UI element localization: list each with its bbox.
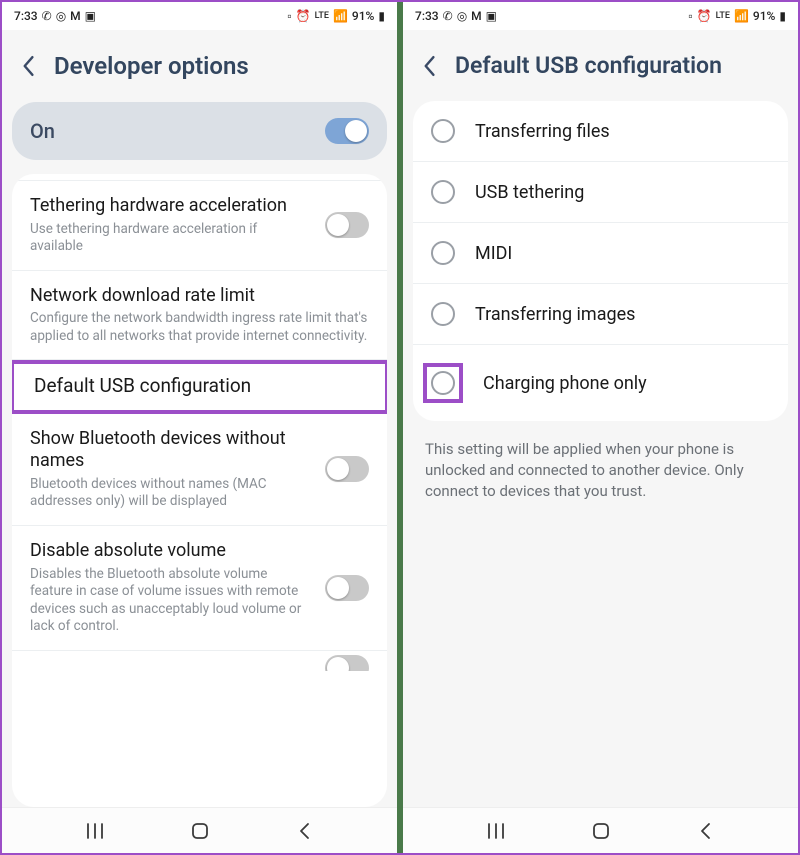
row-title: Tethering hardware acceleration (30, 195, 311, 218)
radio-icon (431, 241, 455, 265)
battery-icon: ▮ (779, 10, 786, 22)
instagram-icon: ◎ (56, 10, 66, 22)
image-icon: ▣ (85, 10, 96, 22)
whatsapp-icon: ✆ (443, 10, 453, 22)
toggle-tethering-hw[interactable] (325, 212, 369, 238)
nfc-icon: ▫ (688, 10, 692, 22)
row-title: Default USB configuration (34, 374, 365, 398)
status-time: 7:33 (415, 9, 439, 23)
row-default-usb-config[interactable]: Default USB configuration (12, 360, 387, 414)
nav-bar (2, 807, 397, 853)
row-desc: Configure the network bandwidth ingress … (30, 310, 369, 345)
radio-icon (431, 371, 455, 395)
header: Default USB configuration (403, 30, 798, 101)
nav-bar (403, 807, 798, 853)
radio-icon (431, 302, 455, 326)
master-toggle-switch[interactable] (325, 118, 369, 144)
nav-recents[interactable] (484, 819, 508, 843)
option-label: Charging phone only (483, 373, 647, 394)
battery-percent: 91% (753, 9, 775, 23)
row-network-rate-limit[interactable]: Network download rate limit Configure th… (12, 271, 387, 361)
toggle-abs-volume[interactable] (325, 575, 369, 601)
alarm-icon: ⏰ (296, 10, 311, 22)
nfc-icon: ▫ (287, 10, 291, 22)
option-label: Transferring files (475, 121, 610, 142)
row-tethering-hw-accel[interactable]: Tethering hardware acceleration Use teth… (12, 181, 387, 271)
phone-left: 7:33 ✆ ◎ M ▣ ▫ ⏰ LTE 📶 91% ▮ Developer o… (2, 2, 397, 853)
volte-icon: LTE (716, 12, 730, 21)
whatsapp-icon: ✆ (42, 10, 52, 22)
settings-list: Tethering hardware acceleration Use teth… (12, 174, 387, 807)
usb-options-list: Transferring files USB tethering MIDI Tr… (413, 101, 788, 421)
master-toggle-label: On (30, 119, 55, 143)
row-disable-abs-volume[interactable]: Disable absolute volume Disables the Blu… (12, 526, 387, 651)
nav-home[interactable] (188, 819, 212, 843)
option-label: MIDI (475, 243, 512, 264)
gmail-icon: M (471, 10, 482, 22)
row-desc: Use tethering hardware acceleration if a… (30, 221, 311, 256)
radio-icon (431, 180, 455, 204)
battery-percent: 91% (352, 9, 374, 23)
nav-recents[interactable] (83, 819, 107, 843)
back-button[interactable] (417, 54, 441, 78)
row-title (30, 656, 311, 670)
gmail-icon: M (70, 10, 81, 22)
option-charging-only[interactable]: Charging phone only (413, 345, 788, 421)
option-label: USB tethering (475, 182, 584, 203)
phone-right: 7:33 ✆ ◎ M ▣ ▫ ⏰ LTE 📶 91% ▮ Default USB… (397, 2, 798, 853)
toggle-bt-no-names[interactable] (325, 456, 369, 482)
chevron-left-icon (21, 55, 35, 77)
option-label: Transferring images (475, 304, 635, 325)
option-midi[interactable]: MIDI (413, 223, 788, 284)
instagram-icon: ◎ (457, 10, 467, 22)
page-title: Default USB configuration (455, 52, 722, 79)
row-desc: Bluetooth devices without names (MAC add… (30, 476, 311, 511)
radio-highlight (423, 363, 463, 403)
page-title: Developer options (54, 52, 249, 80)
signal-icon: 📶 (734, 10, 749, 22)
master-toggle-card[interactable]: On (12, 102, 387, 160)
toggle-cutoff[interactable] (325, 655, 369, 671)
nav-back[interactable] (293, 819, 317, 843)
option-transferring-images[interactable]: Transferring images (413, 284, 788, 345)
image-icon: ▣ (486, 10, 497, 22)
option-transferring-files[interactable]: Transferring files (413, 101, 788, 162)
back-button[interactable] (16, 54, 40, 78)
row-desc: Disables the Bluetooth absolute volume f… (30, 566, 311, 636)
status-bar: 7:33 ✆ ◎ M ▣ ▫ ⏰ LTE 📶 91% ▮ (2, 2, 397, 30)
status-bar: 7:33 ✆ ◎ M ▣ ▫ ⏰ LTE 📶 91% ▮ (403, 2, 798, 30)
row-title: Show Bluetooth devices without names (30, 428, 311, 473)
row-title: Network download rate limit (30, 285, 369, 308)
row-cut-off[interactable] (12, 651, 387, 671)
row-bt-no-names[interactable]: Show Bluetooth devices without names Blu… (12, 414, 387, 526)
option-usb-tethering[interactable]: USB tethering (413, 162, 788, 223)
footer-note: This setting will be applied when your p… (403, 421, 798, 520)
alarm-icon: ⏰ (697, 10, 712, 22)
row-title: Disable absolute volume (30, 540, 311, 563)
nav-home[interactable] (589, 819, 613, 843)
volte-icon: LTE (315, 12, 329, 21)
nav-back[interactable] (694, 819, 718, 843)
battery-icon: ▮ (378, 10, 385, 22)
radio-icon (431, 119, 455, 143)
header: Developer options (2, 30, 397, 102)
chevron-left-icon (422, 55, 436, 77)
signal-icon: 📶 (333, 10, 348, 22)
status-time: 7:33 (14, 9, 38, 23)
